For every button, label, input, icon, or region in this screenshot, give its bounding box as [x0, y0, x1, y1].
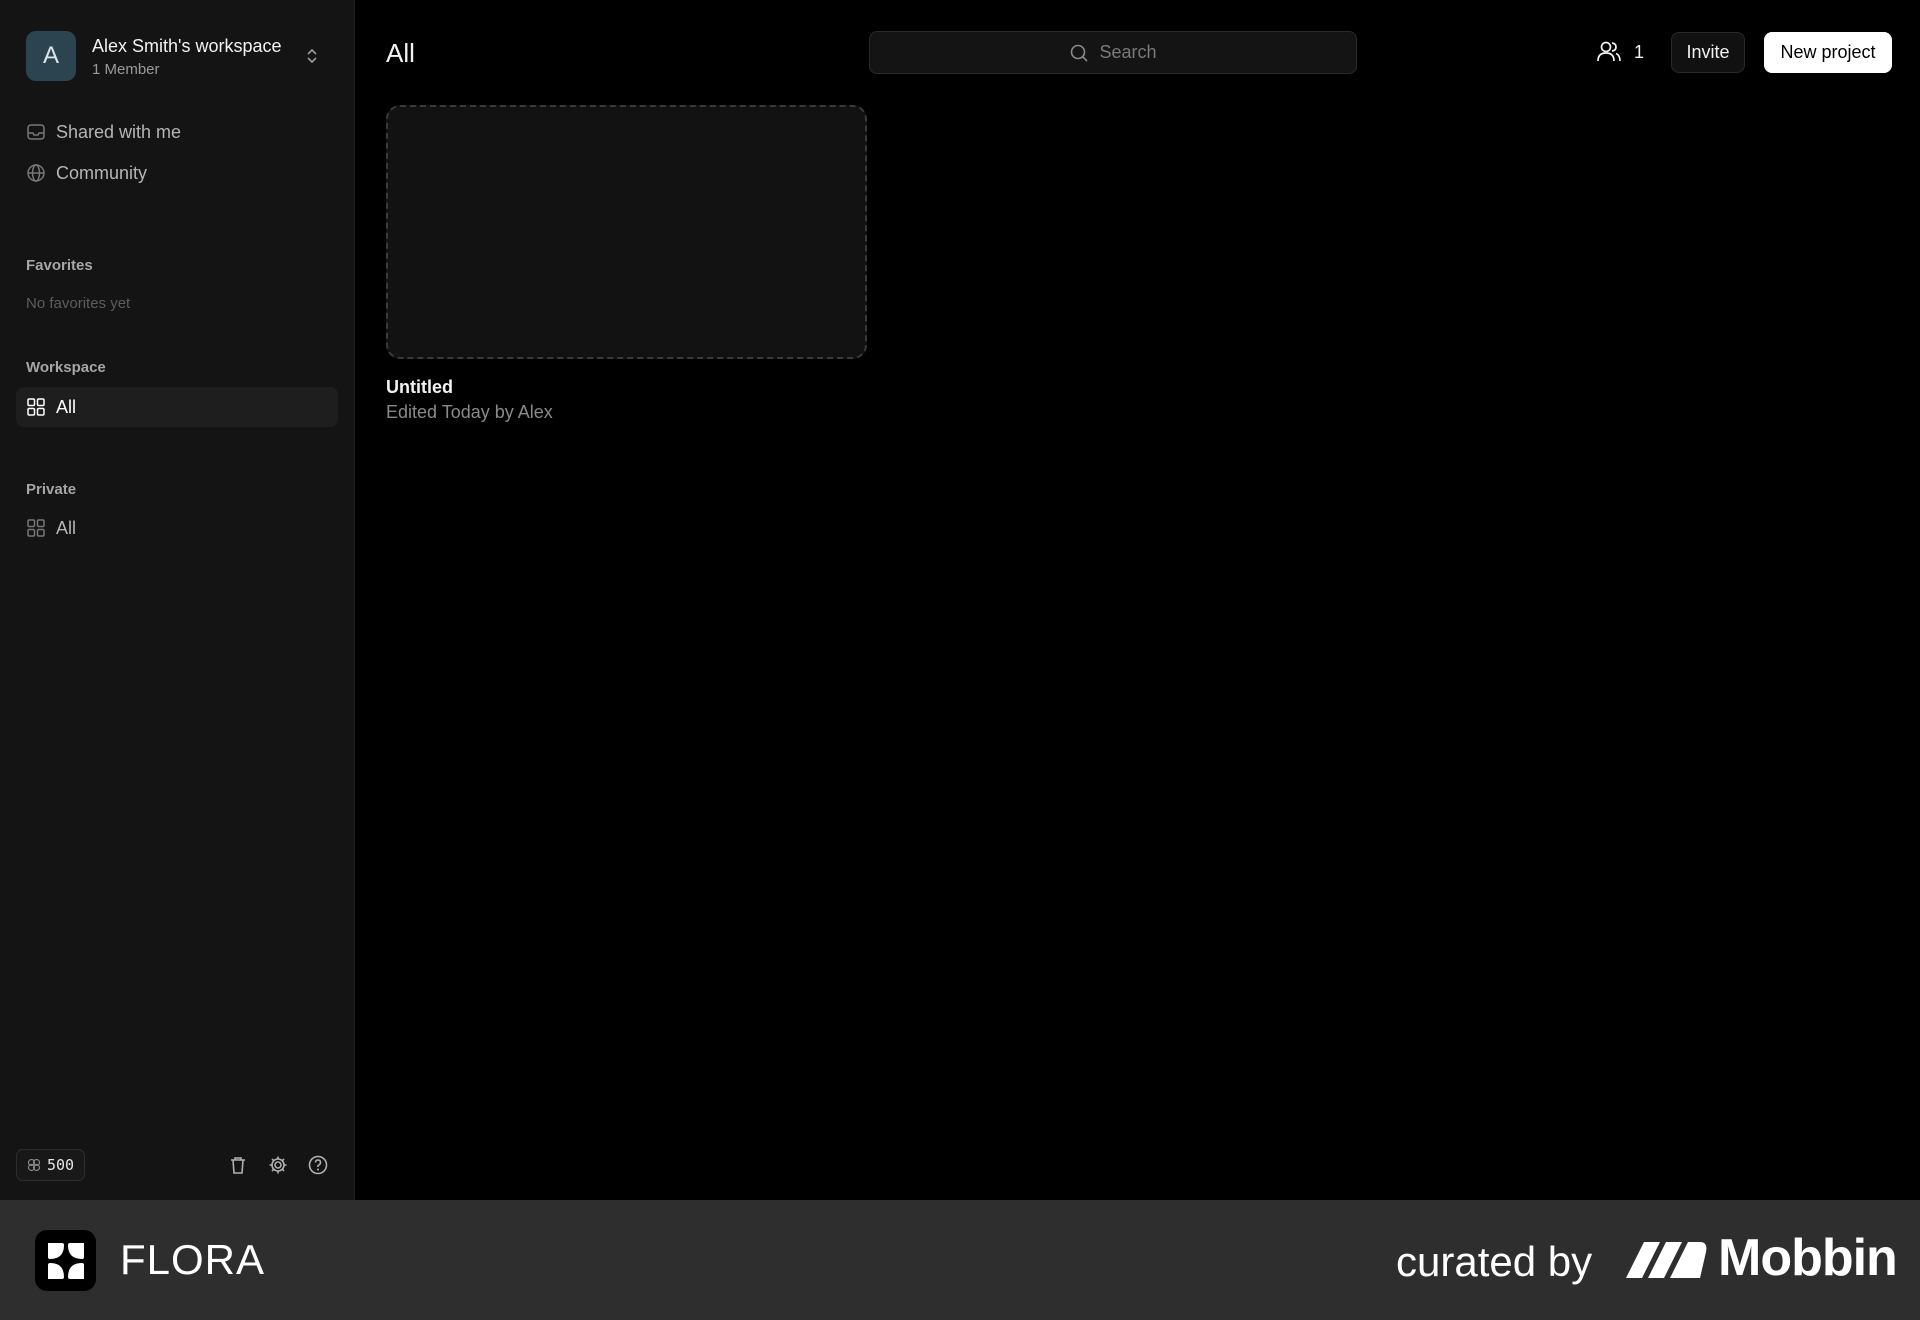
grid-icon: [26, 518, 46, 538]
invite-button[interactable]: Invite: [1671, 32, 1745, 73]
bottom-banner: FLORA curated by Mobbin: [0, 1200, 1920, 1320]
inbox-icon: [26, 122, 46, 142]
member-count: 1: [1634, 41, 1645, 62]
private-heading: Private: [26, 481, 77, 498]
workspace-switcher[interactable]: A Alex Smith's workspace 1 Member: [26, 31, 330, 81]
favorites-empty-note: No favorites yet: [26, 295, 131, 312]
project-card-title[interactable]: Untitled: [386, 377, 453, 398]
flora-wordmark: FLORA: [120, 1236, 266, 1283]
search-placeholder: Search: [1099, 42, 1157, 62]
nav-private-all[interactable]: All: [16, 508, 338, 548]
nav-workspace-all[interactable]: All: [16, 387, 338, 427]
flora-logo-icon: [35, 1230, 96, 1291]
search-icon: [1069, 43, 1089, 63]
favorites-heading: Favorites: [26, 257, 93, 274]
help-icon[interactable]: [306, 1153, 330, 1177]
credits-badge[interactable]: 500: [16, 1149, 86, 1181]
nav-workspace-all-label: All: [56, 396, 77, 417]
nav-shared-with-me-label: Shared with me: [56, 121, 182, 142]
credits-count: 500: [47, 1156, 75, 1174]
workspace-avatar: A: [26, 31, 76, 81]
workspace-member-count: 1 Member: [92, 60, 160, 78]
sidebar: A Alex Smith's workspace 1 Member Shared…: [0, 0, 355, 1200]
project-card-meta: Edited Today by Alex: [386, 402, 553, 422]
chevron-up-down-icon[interactable]: [302, 46, 322, 66]
project-card-thumbnail[interactable]: [386, 105, 867, 359]
users-icon: [1596, 39, 1622, 65]
mobbin-wordmark: Mobbin: [1718, 1229, 1898, 1287]
search-input[interactable]: Search: [869, 31, 1357, 74]
gear-icon[interactable]: [266, 1153, 290, 1177]
nav-community[interactable]: Community: [16, 153, 338, 193]
flower-icon: [27, 1158, 41, 1172]
grid-icon: [26, 397, 46, 417]
mobbin-logo-icon: [1626, 1238, 1708, 1280]
curated-by-text: curated by: [1396, 1238, 1593, 1285]
workspace-name: Alex Smith's workspace: [92, 35, 282, 56]
nav-shared-with-me[interactable]: Shared with me: [16, 112, 338, 152]
new-project-button[interactable]: New project: [1764, 32, 1892, 73]
globe-icon: [26, 163, 46, 183]
nav-private-all-label: All: [56, 517, 77, 538]
workspace-heading: Workspace: [26, 359, 106, 376]
workspace-info: Alex Smith's workspace 1 Member: [92, 35, 302, 78]
nav-community-label: Community: [56, 162, 148, 183]
trash-icon[interactable]: [226, 1153, 250, 1177]
members-button[interactable]: 1: [1596, 38, 1644, 66]
page-title: All: [386, 38, 415, 68]
